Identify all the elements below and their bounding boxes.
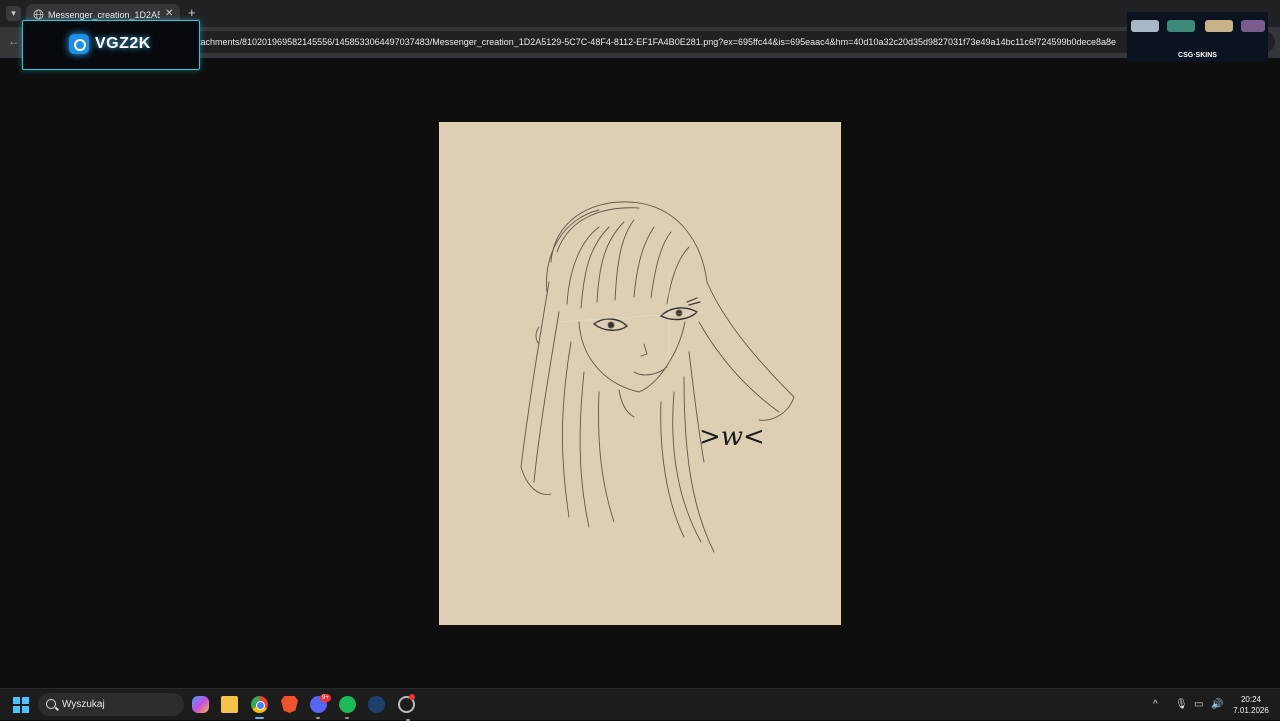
weapon-skin-image — [1167, 20, 1195, 32]
globe-icon — [33, 9, 44, 20]
url-text: tachments/810201969582145556/14585330644… — [198, 37, 1117, 47]
chrome-icon[interactable] — [251, 696, 268, 719]
clock-date: 7.01.2026 — [1233, 706, 1269, 715]
logo-text: VGZ2K — [95, 35, 151, 52]
sponsor-overlay: CSG·SKINS — [1127, 12, 1268, 62]
windows-start-icon[interactable] — [13, 697, 29, 713]
address-bar[interactable]: tachments/810201969582145556/14585330644… — [150, 31, 1275, 53]
search-icon — [46, 699, 56, 709]
image-canvas: >w< — [439, 122, 841, 625]
brave-icon[interactable] — [281, 696, 298, 713]
tab-close-icon[interactable]: ✕ — [165, 8, 173, 19]
tab-title: Messenger_creation_1D2A5129 — [48, 10, 160, 20]
volume-icon[interactable]: 🔊 — [1211, 699, 1223, 710]
stream-logo-overlay: VGZ2K — [22, 20, 200, 70]
sponsor-text: CSG·SKINS — [1178, 52, 1217, 59]
weapon-skin-image — [1131, 20, 1159, 32]
file-explorer-icon[interactable] — [221, 696, 238, 713]
weapon-skin-image — [1241, 20, 1265, 32]
copilot-icon[interactable] — [192, 696, 209, 713]
weapon-skin-image — [1205, 20, 1233, 32]
microphone-icon[interactable]: 🎙 — [1175, 699, 1188, 710]
chevron-up-icon[interactable]: ^ — [1153, 699, 1158, 710]
back-arrow-icon[interactable]: ← — [8, 34, 20, 48]
search-placeholder: Wyszukaj — [62, 699, 105, 710]
artwork-caption: >w< — [699, 422, 765, 452]
tab-search-button[interactable]: ▾ — [6, 6, 21, 21]
network-icon[interactable]: ▭ — [1194, 699, 1203, 710]
discord-notification-badge: 9+ — [320, 694, 331, 702]
camera-icon — [69, 34, 89, 54]
spotify-icon[interactable] — [339, 696, 356, 719]
taskbar-search[interactable]: Wyszukaj — [38, 693, 184, 716]
new-tab-button[interactable]: + — [188, 5, 196, 20]
taskbar: Wyszukaj 9+ ^ 🎙 ▭ 🔊 20:24 7.01.2026 — [0, 688, 1280, 721]
clock-time: 20:24 — [1240, 695, 1262, 704]
notification-dot — [409, 694, 415, 700]
steam-icon[interactable] — [368, 696, 385, 713]
sketch-drawing — [520, 201, 795, 553]
system-clock[interactable]: 20:24 7.01.2026 — [1228, 694, 1274, 716]
